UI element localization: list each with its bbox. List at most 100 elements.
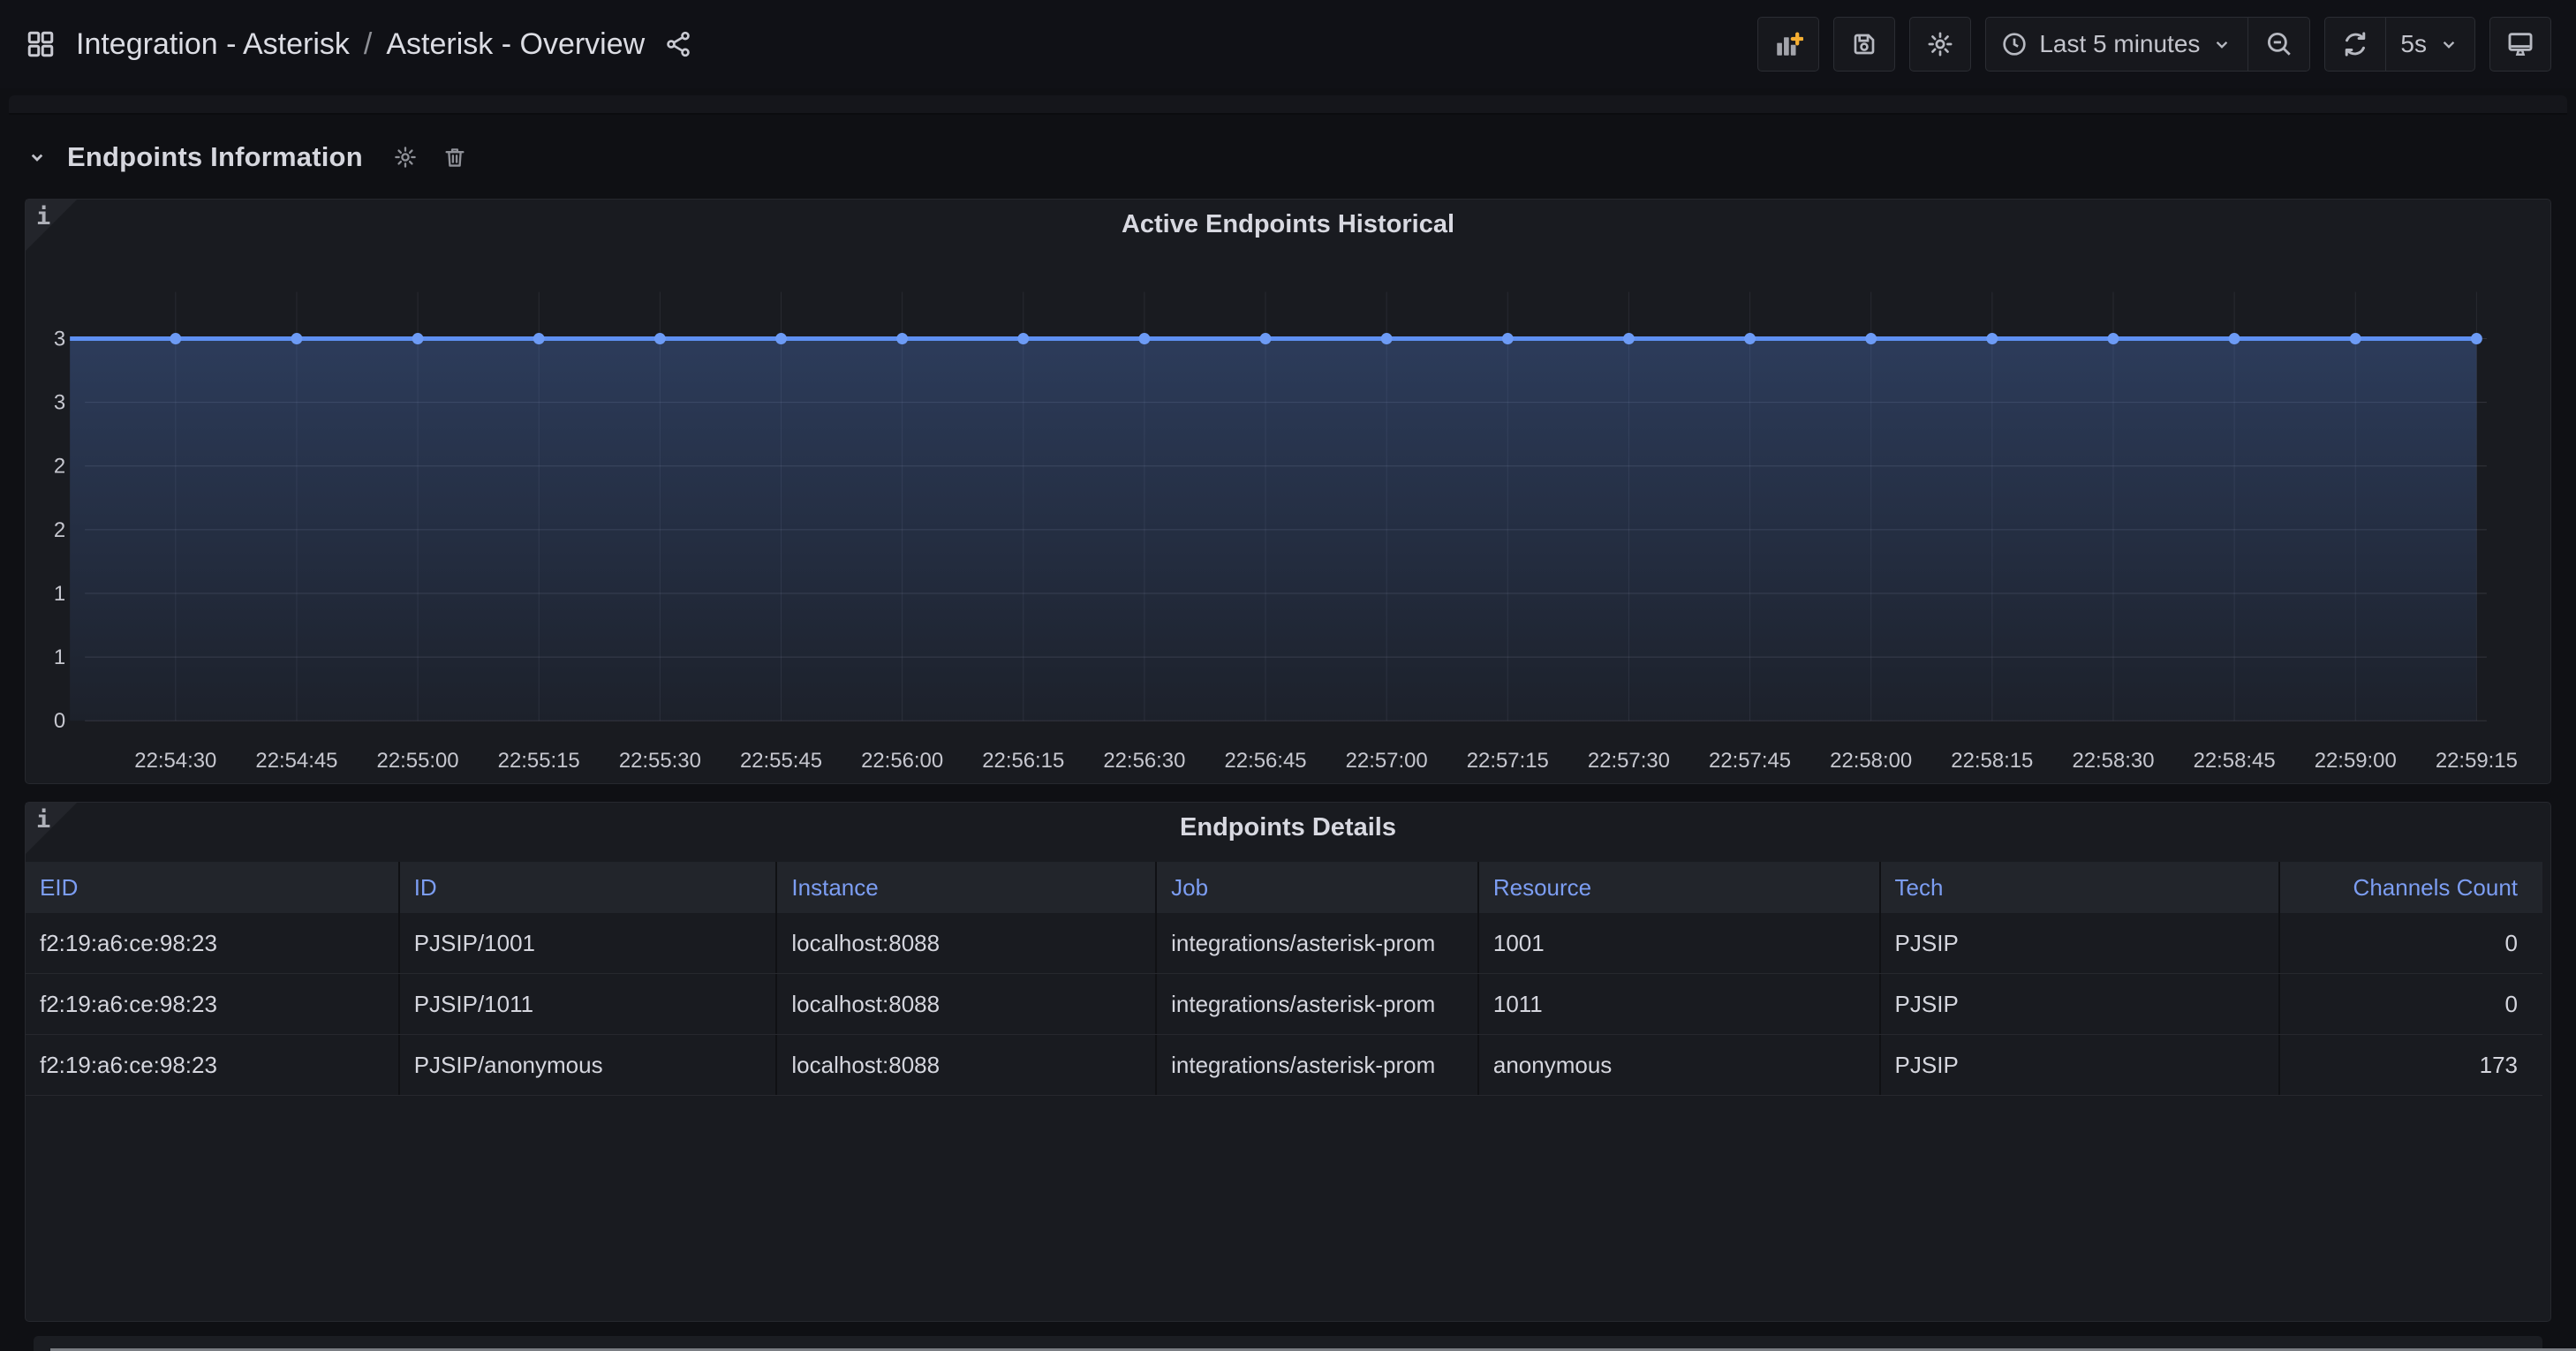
grafana-dashboard: Integration - Asterisk / Asterisk - Over… bbox=[0, 0, 2576, 1351]
cell-resource: anonymous bbox=[1479, 1035, 1881, 1095]
cell-tech: PJSIP bbox=[1881, 913, 2281, 973]
refresh-icon bbox=[2340, 29, 2370, 59]
cell-tech: PJSIP bbox=[1881, 974, 2281, 1034]
tv-mode-button[interactable] bbox=[2489, 17, 2551, 72]
time-range-picker[interactable]: Last 5 minutes bbox=[1985, 17, 2248, 72]
chevron-down-icon bbox=[2437, 33, 2460, 56]
data-point[interactable] bbox=[1381, 333, 1393, 344]
x-axis-labels: 22:54:3022:54:4522:55:0022:55:1522:55:30… bbox=[134, 749, 2518, 773]
y-tick-label: 2 bbox=[54, 455, 65, 479]
y-tick-label: 1 bbox=[54, 582, 65, 606]
row-collapse-chevron-icon[interactable] bbox=[25, 145, 49, 170]
panel-active-endpoints-historical: i Active Endpoints Historical 332211022:… bbox=[25, 199, 2551, 784]
x-tick-label: 22:55:00 bbox=[377, 749, 459, 773]
zoom-out-time-button[interactable] bbox=[2248, 17, 2310, 72]
data-point[interactable] bbox=[654, 333, 666, 344]
x-tick-label: 22:57:30 bbox=[1588, 749, 1670, 773]
row-actions bbox=[393, 145, 467, 170]
column-header-eid[interactable]: EID bbox=[26, 862, 400, 913]
breadcrumb-separator: / bbox=[364, 27, 372, 62]
data-point[interactable] bbox=[412, 333, 424, 344]
column-header-resource[interactable]: Resource bbox=[1479, 862, 1881, 913]
cell-eid: f2:19:a6:ce:98:23 bbox=[26, 1035, 400, 1095]
monitor-icon bbox=[2505, 29, 2535, 59]
cell-instance: localhost:8088 bbox=[777, 1035, 1157, 1095]
column-header-channels-count[interactable]: Channels Count bbox=[2280, 862, 2542, 913]
table-header-row: EIDIDInstanceJobResourceTechChannels Cou… bbox=[26, 862, 2542, 913]
zoom-out-icon bbox=[2264, 29, 2294, 59]
refresh-interval-label: 5s bbox=[2400, 30, 2427, 58]
column-header-job[interactable]: Job bbox=[1157, 862, 1479, 913]
x-tick-label: 22:59:00 bbox=[2315, 749, 2397, 773]
dashboard-settings-button[interactable] bbox=[1909, 17, 1971, 72]
row-settings-gear-icon[interactable] bbox=[393, 145, 418, 170]
y-tick-label: 3 bbox=[54, 327, 65, 351]
row-title[interactable]: Endpoints Information bbox=[67, 141, 363, 173]
data-point[interactable] bbox=[896, 333, 908, 344]
data-point[interactable] bbox=[2350, 333, 2361, 344]
y-tick-label: 0 bbox=[54, 709, 65, 733]
breadcrumb-dashboard-title[interactable]: Asterisk - Overview bbox=[386, 27, 645, 62]
endpoints-table: EIDIDInstanceJobResourceTechChannels Cou… bbox=[26, 862, 2542, 1096]
data-point[interactable] bbox=[1502, 333, 1514, 344]
refresh-interval-dropdown[interactable]: 5s bbox=[2386, 17, 2475, 72]
data-point[interactable] bbox=[2229, 333, 2240, 344]
data-point[interactable] bbox=[1138, 333, 1150, 344]
x-tick-label: 22:54:45 bbox=[255, 749, 337, 773]
column-header-tech[interactable]: Tech bbox=[1881, 862, 2281, 913]
x-tick-label: 22:58:15 bbox=[1951, 749, 2033, 773]
top-nav: Integration - Asterisk / Asterisk - Over… bbox=[0, 0, 2576, 88]
apps-grid-icon[interactable] bbox=[25, 28, 57, 60]
table-row: f2:19:a6:ce:98:23PJSIP/anonymouslocalhos… bbox=[26, 1035, 2542, 1096]
data-point[interactable] bbox=[1865, 333, 1877, 344]
x-tick-label: 22:58:45 bbox=[2194, 749, 2276, 773]
time-controls: Last 5 minutes bbox=[1985, 17, 2310, 72]
data-point[interactable] bbox=[2471, 333, 2482, 344]
data-point[interactable] bbox=[2107, 333, 2119, 344]
x-tick-label: 22:56:30 bbox=[1103, 749, 1185, 773]
panel-endpoints-details: i Endpoints Details EIDIDInstanceJobReso… bbox=[25, 802, 2551, 1322]
gear-icon bbox=[1926, 30, 1954, 58]
x-tick-label: 22:58:00 bbox=[1830, 749, 1912, 773]
breadcrumb: Integration - Asterisk / Asterisk - Over… bbox=[76, 27, 645, 62]
row-header-endpoints-information[interactable]: Endpoints Information bbox=[25, 132, 467, 182]
x-tick-label: 22:55:45 bbox=[740, 749, 822, 773]
data-point[interactable] bbox=[775, 333, 787, 344]
cell-tech: PJSIP bbox=[1881, 1035, 2281, 1095]
data-point[interactable] bbox=[533, 333, 545, 344]
save-dashboard-button[interactable] bbox=[1833, 17, 1895, 72]
cell-eid: f2:19:a6:ce:98:23 bbox=[26, 913, 400, 973]
share-icon[interactable] bbox=[664, 30, 692, 58]
column-header-id[interactable]: ID bbox=[400, 862, 778, 913]
cell-channels-count: 0 bbox=[2280, 913, 2542, 973]
data-point[interactable] bbox=[1017, 333, 1029, 344]
y-tick-label: 2 bbox=[54, 518, 65, 542]
timeseries-chart[interactable]: 332211022:54:3022:54:4522:55:0022:55:152… bbox=[26, 200, 2550, 783]
cell-resource: 1001 bbox=[1479, 913, 1881, 973]
data-point[interactable] bbox=[170, 333, 181, 344]
cell-eid: f2:19:a6:ce:98:23 bbox=[26, 974, 400, 1034]
dashboard-submenu-bar bbox=[9, 95, 2567, 115]
x-tick-label: 22:56:45 bbox=[1224, 749, 1306, 773]
data-point[interactable] bbox=[1986, 333, 1998, 344]
data-point[interactable] bbox=[1623, 333, 1635, 344]
breadcrumb-folder[interactable]: Integration - Asterisk bbox=[76, 27, 350, 62]
x-tick-label: 22:57:45 bbox=[1709, 749, 1791, 773]
row-delete-trash-icon[interactable] bbox=[442, 145, 467, 170]
cell-job: integrations/asterisk-prom bbox=[1157, 913, 1479, 973]
cell-id: PJSIP/1011 bbox=[400, 974, 778, 1034]
data-point[interactable] bbox=[291, 333, 302, 344]
cell-channels-count: 0 bbox=[2280, 974, 2542, 1034]
nav-left: Integration - Asterisk / Asterisk - Over… bbox=[25, 27, 692, 62]
column-header-instance[interactable]: Instance bbox=[777, 862, 1157, 913]
cell-resource: 1011 bbox=[1479, 974, 1881, 1034]
table-panel-title[interactable]: Endpoints Details bbox=[26, 813, 2550, 842]
x-tick-label: 22:57:00 bbox=[1346, 749, 1428, 773]
x-tick-label: 22:56:00 bbox=[861, 749, 943, 773]
data-point[interactable] bbox=[1260, 333, 1272, 344]
refresh-button[interactable] bbox=[2324, 17, 2386, 72]
y-axis-labels: 3322110 bbox=[54, 327, 65, 733]
data-point[interactable] bbox=[1744, 333, 1756, 344]
cell-channels-count: 173 bbox=[2280, 1035, 2542, 1095]
add-panel-button[interactable] bbox=[1757, 17, 1819, 72]
